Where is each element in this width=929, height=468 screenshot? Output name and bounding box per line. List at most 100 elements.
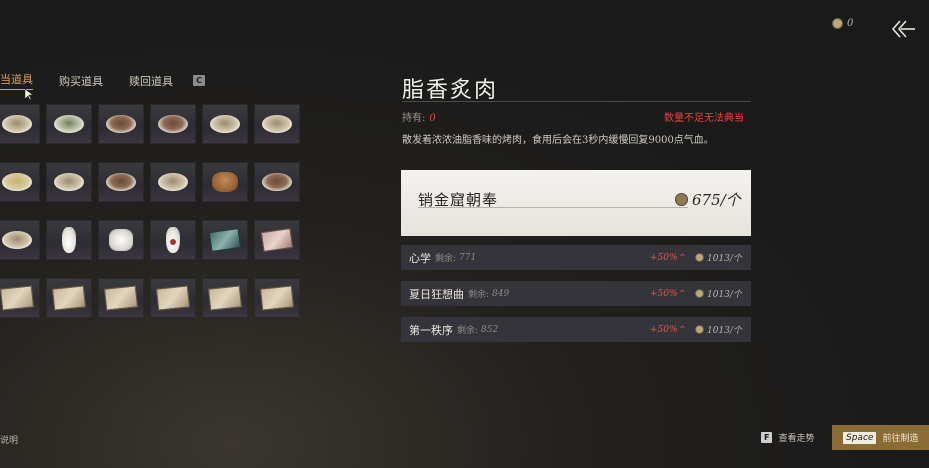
inventory-slot[interactable] xyxy=(46,162,92,202)
bowl-soup-icon xyxy=(2,173,32,191)
coin-icon xyxy=(675,193,688,206)
bowl-meat-icon xyxy=(106,115,136,133)
offer-price: 1013/个 xyxy=(695,287,742,300)
remaining-label: 剩余: xyxy=(457,326,479,336)
bowl-green-icon xyxy=(54,115,84,133)
remaining-value: 852 xyxy=(481,324,499,335)
jar-icon xyxy=(109,229,133,251)
offer-price: 1013/个 xyxy=(695,251,742,264)
bonus-percent: +50% xyxy=(650,252,678,263)
trend-label: 查看走势 xyxy=(778,434,815,444)
inventory-slot[interactable] xyxy=(46,220,92,260)
bonus-percent: +50% xyxy=(650,288,678,299)
paper-icon xyxy=(0,285,35,311)
vase-red-icon xyxy=(166,227,180,253)
inventory-slot[interactable] xyxy=(46,104,92,144)
bowl-icon xyxy=(158,173,188,191)
inventory-slot[interactable] xyxy=(202,220,248,260)
bowl-meat-icon xyxy=(106,173,136,191)
coin-icon xyxy=(695,253,704,262)
mouse-cursor-icon xyxy=(25,89,33,100)
back-button[interactable] xyxy=(890,18,916,40)
inventory-slot[interactable] xyxy=(0,104,40,144)
inventory-slot[interactable] xyxy=(254,220,300,260)
paper-icon xyxy=(207,285,243,311)
owned-value: 0 xyxy=(429,113,436,124)
paper-icon xyxy=(259,285,295,311)
owned-label: 持有: xyxy=(402,113,426,124)
inventory-slot[interactable] xyxy=(150,104,196,144)
remaining-value: 849 xyxy=(492,288,510,299)
remaining-label: 剩余: xyxy=(468,290,490,300)
buyer-offer-row[interactable]: 夏日狂想曲 剩余: 849 +50% ^ 1013/个 xyxy=(401,281,751,306)
craft-hotkey: Space xyxy=(843,431,877,444)
chevron-up-icon: ^ xyxy=(679,289,686,298)
remaining-value: 771 xyxy=(459,252,477,263)
buyer-offer-row[interactable]: 心学 剩余: 771 +50% ^ 1013/个 xyxy=(401,245,751,270)
offer-price: 1013/个 xyxy=(695,323,742,336)
back-arrow-icon xyxy=(891,20,915,38)
currency-amount: 0 xyxy=(847,18,854,29)
tab-hotkey: C xyxy=(193,75,205,86)
info-label[interactable]: 说明 xyxy=(0,433,18,446)
bowl-icon xyxy=(54,173,84,191)
inventory-slot[interactable] xyxy=(202,104,248,144)
go-craft-button[interactable]: Space 前往制造 xyxy=(832,425,929,450)
box-pink-icon xyxy=(260,228,294,252)
view-trend-hint[interactable]: F 查看走势 xyxy=(761,431,814,444)
inventory-slot[interactable] xyxy=(150,220,196,260)
offer-price-value: 1013/个 xyxy=(707,290,742,300)
inventory-slot[interactable] xyxy=(254,104,300,144)
inventory-slot[interactable] xyxy=(150,162,196,202)
inventory-slot[interactable] xyxy=(46,278,92,318)
coin-icon xyxy=(695,325,704,334)
box-icon xyxy=(208,228,242,252)
chevron-up-icon: ^ xyxy=(679,253,686,262)
inventory-slot[interactable] xyxy=(202,278,248,318)
inventory-slot[interactable] xyxy=(202,162,248,202)
paper-icon xyxy=(51,285,87,311)
item-description: 散发着浓浓油脂香味的烤肉，食用后会在3秒内缓慢回复9000点气血。 xyxy=(402,135,714,146)
tab-buy-items[interactable]: 购买道具 xyxy=(59,73,103,89)
title-divider xyxy=(402,101,751,102)
currency-display: 0 xyxy=(832,18,853,29)
owned-count: 持有: 0 xyxy=(402,109,436,124)
tab-pawn-items[interactable]: 当道具 xyxy=(0,71,33,90)
chevron-up-icon: ^ xyxy=(679,325,686,334)
craft-label: 前往制造 xyxy=(882,434,919,444)
buyer-offer-row[interactable]: 第一秩序 剩余: 852 +50% ^ 1013/个 xyxy=(401,317,751,342)
buyer-name: 夏日狂想曲 xyxy=(409,287,464,301)
buyer-name: 心学 xyxy=(409,251,431,265)
bowl-icon xyxy=(2,115,32,133)
inventory-slot[interactable] xyxy=(0,220,40,260)
bun-icon xyxy=(212,172,238,192)
selected-buyer-price: 675/个 xyxy=(675,189,741,210)
bonus-percent: +50% xyxy=(650,324,678,335)
tab-redeem-items[interactable]: 赎回道具 xyxy=(129,73,173,89)
inventory-slot[interactable] xyxy=(0,278,40,318)
inventory-slot[interactable] xyxy=(0,162,40,202)
bowl-meat-icon xyxy=(158,115,188,133)
inventory-slot[interactable] xyxy=(98,104,144,144)
paper-icon xyxy=(155,285,191,311)
selected-buyer[interactable]: 销金窟朝奉 675/个 xyxy=(401,170,751,236)
inventory-slot[interactable] xyxy=(98,278,144,318)
remaining-label: 剩余: xyxy=(435,254,457,264)
coin-icon xyxy=(832,18,843,29)
selected-price-value: 675/个 xyxy=(692,191,741,209)
selected-buyer-divider xyxy=(418,207,688,208)
bowl-icon xyxy=(2,231,32,249)
tab-bar: 当道具 购买道具 赎回道具 C xyxy=(0,71,205,90)
inventory-slot[interactable] xyxy=(98,220,144,260)
inventory-slot[interactable] xyxy=(254,278,300,318)
buyer-name: 第一秩序 xyxy=(409,323,453,337)
coin-icon xyxy=(695,289,704,298)
paper-icon xyxy=(103,285,139,311)
inventory-slot[interactable] xyxy=(98,162,144,202)
inventory-slot[interactable] xyxy=(254,162,300,202)
bowl-meat-icon xyxy=(262,173,292,191)
bowl-icon xyxy=(210,115,240,133)
insufficient-warning: 数量不足无法典当 xyxy=(664,113,744,124)
inventory-slot[interactable] xyxy=(150,278,196,318)
inventory-grid xyxy=(0,104,300,318)
